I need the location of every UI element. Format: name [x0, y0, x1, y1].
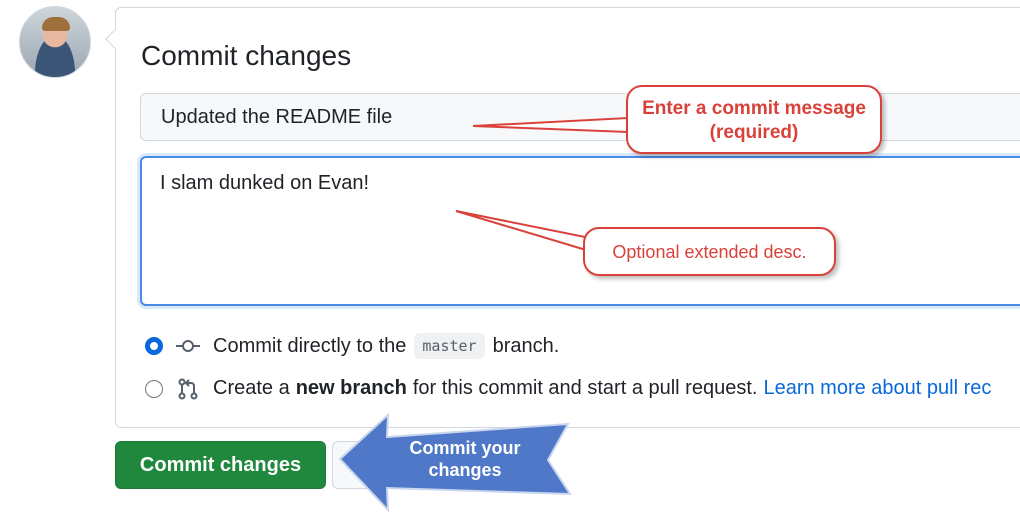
arrow-label: Commit your changes — [409, 438, 521, 480]
callout-message-pointer — [472, 116, 629, 134]
callout-description-pointer — [455, 210, 592, 252]
callout-commit-message: Enter a commit message (required) — [626, 85, 882, 154]
callout-extended-description: Optional extended desc. — [583, 227, 836, 276]
